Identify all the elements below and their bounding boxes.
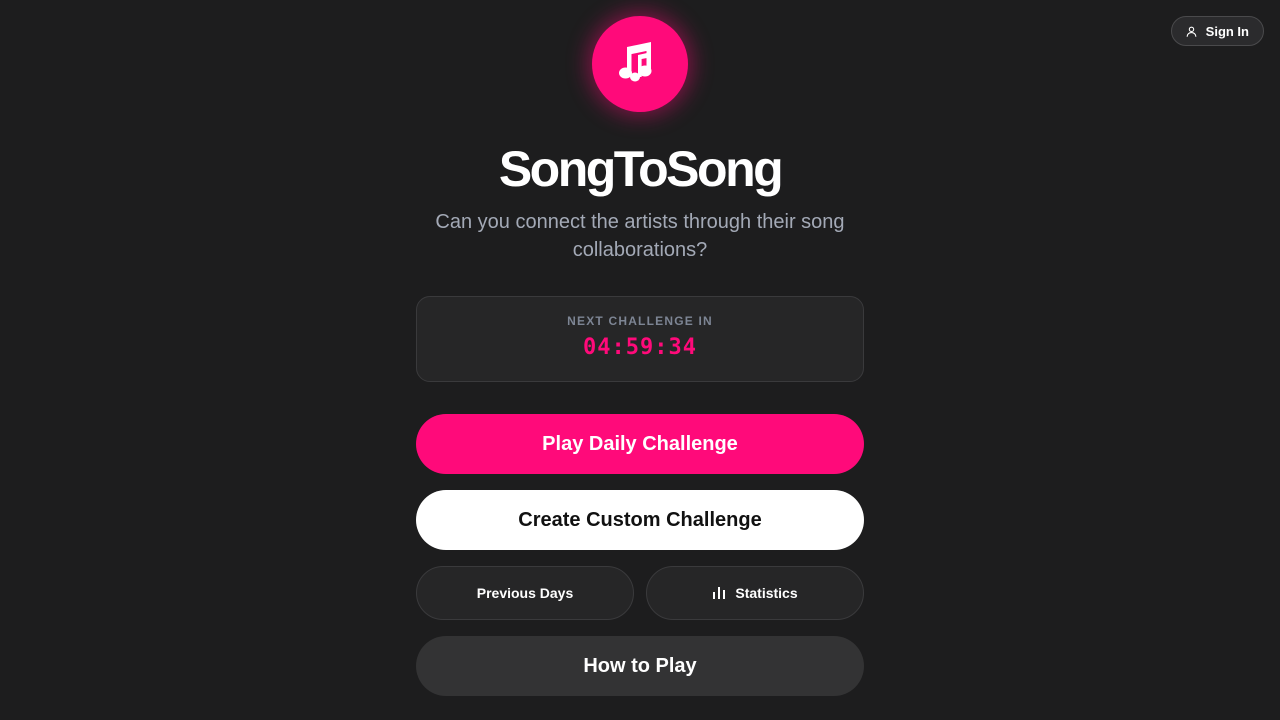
next-challenge-countdown: NEXT CHALLENGE IN 04:59:34 — [416, 296, 864, 382]
previous-days-label: Previous Days — [476, 585, 574, 601]
play-daily-challenge-button[interactable]: Play Daily Challenge — [416, 414, 864, 474]
user-icon — [1185, 25, 1198, 38]
sign-in-label: Sign In — [1205, 23, 1249, 39]
create-custom-challenge-label: Create Custom Challenge — [518, 508, 762, 531]
countdown-timer: 04:59:34 — [583, 335, 697, 360]
music-notes-icon — [616, 38, 664, 91]
home-page: Sign In SongToSong Can you connect the a… — [0, 0, 1280, 720]
sign-in-button[interactable]: Sign In — [1170, 16, 1264, 46]
how-to-play-button[interactable]: How to Play — [416, 636, 864, 696]
previous-days-button[interactable]: Previous Days — [416, 566, 634, 620]
create-custom-challenge-button[interactable]: Create Custom Challenge — [416, 490, 864, 550]
app-logo — [592, 16, 688, 112]
countdown-label: NEXT CHALLENGE IN — [567, 314, 713, 328]
play-daily-challenge-label: Play Daily Challenge — [542, 432, 738, 455]
app-subtitle: Can you connect the artists through thei… — [435, 211, 845, 261]
app-title: SongToSong — [498, 141, 784, 197]
bar-chart-icon — [712, 585, 726, 602]
statistics-button[interactable]: Statistics — [646, 566, 864, 620]
statistics-label: Statistics — [735, 585, 798, 601]
how-to-play-label: How to Play — [583, 654, 697, 677]
